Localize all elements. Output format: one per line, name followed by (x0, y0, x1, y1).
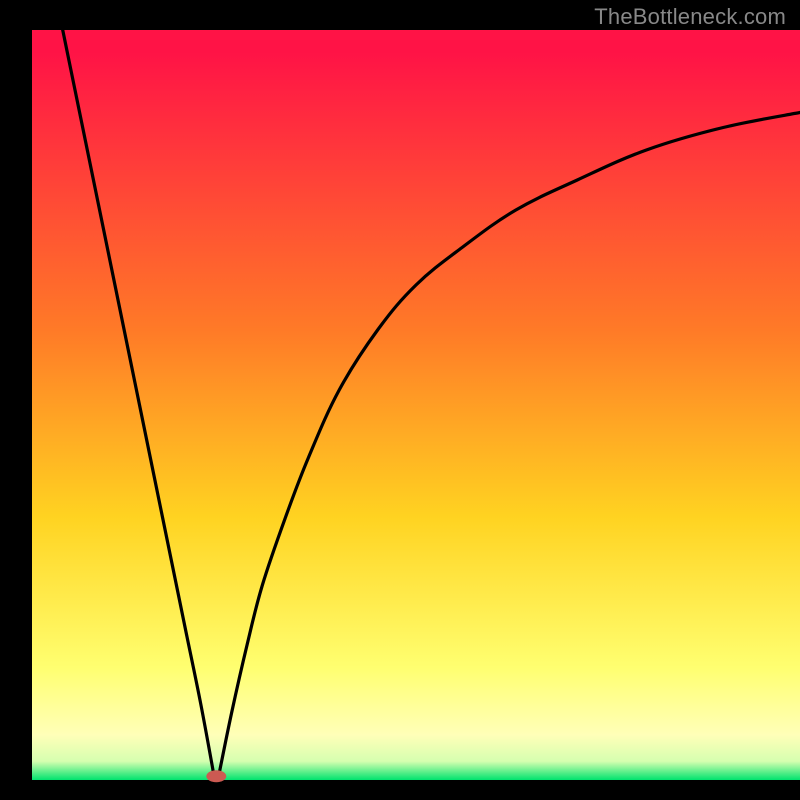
optimum-marker (206, 770, 226, 782)
chart-frame: TheBottleneck.com (0, 0, 800, 800)
bottleneck-chart (0, 0, 800, 800)
plot-background (32, 30, 800, 780)
